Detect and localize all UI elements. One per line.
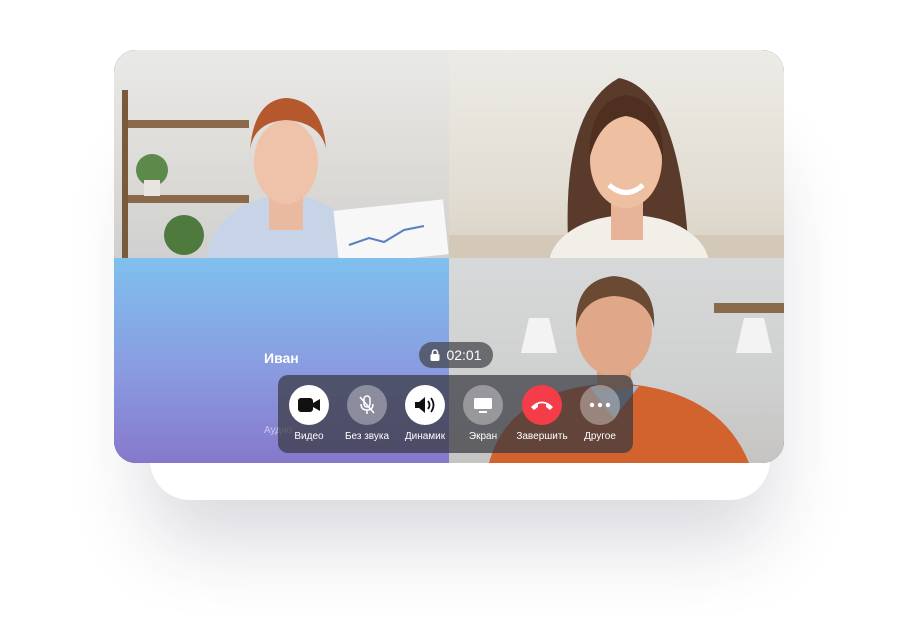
speaker-icon	[415, 397, 435, 413]
mute-label: Без звука	[344, 431, 390, 442]
control-speaker[interactable]: Динамик	[395, 385, 455, 442]
participant-name: Иван	[264, 350, 299, 366]
control-video[interactable]: Видео	[279, 385, 339, 442]
mic-off-icon	[359, 395, 375, 414]
control-screen[interactable]: Экран	[453, 385, 513, 442]
mute-button[interactable]	[347, 385, 387, 425]
video-tile-1[interactable]	[114, 50, 449, 258]
more-icon	[589, 402, 611, 408]
speaker-label: Динамик	[404, 431, 446, 442]
video-button[interactable]	[289, 385, 329, 425]
hang-up-icon	[531, 401, 553, 410]
control-more[interactable]: Другое	[570, 385, 630, 442]
call-duration: 02:01	[446, 347, 482, 363]
speaker-button[interactable]	[405, 385, 445, 425]
end-call-button[interactable]	[522, 385, 562, 425]
end-call-label: Завершить	[516, 431, 568, 442]
more-button[interactable]	[580, 385, 620, 425]
call-timer: 02:01	[419, 342, 493, 368]
screen-label: Экран	[468, 431, 498, 442]
call-controls-bar: Видео Без звука Динамик Экран Завершить …	[278, 375, 633, 453]
participant-video-1	[122, 90, 449, 258]
video-tile-2[interactable]	[449, 50, 784, 258]
control-end-call[interactable]: Завершить	[512, 385, 572, 442]
participant-video-2	[449, 78, 784, 258]
control-mute[interactable]: Без звука	[337, 385, 397, 442]
lock-icon	[430, 349, 440, 361]
video-label: Видео	[294, 431, 324, 442]
video-camera-icon	[298, 398, 320, 412]
monitor-icon	[474, 397, 492, 413]
more-label: Другое	[584, 431, 616, 442]
screen-share-button[interactable]	[463, 385, 503, 425]
